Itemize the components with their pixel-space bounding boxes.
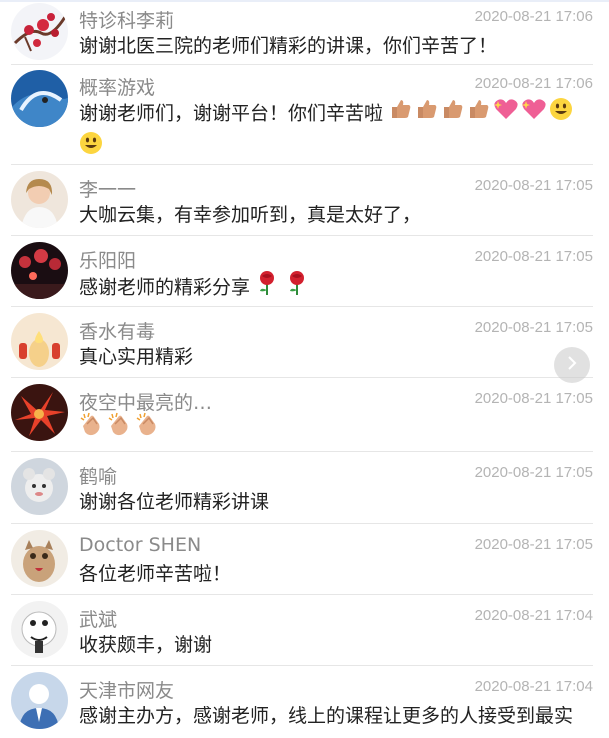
comment-text: 感谢主办方，感谢老师，线上的课程让更多的人接受到最实 [79, 705, 574, 727]
comment-text: 谢谢老师们，谢谢平台！你们辛苦啦 [79, 97, 593, 165]
commenter-name: 乐阳阳 [79, 250, 137, 272]
comment-time: 2020-08-21 17:05 [474, 177, 593, 194]
commenter-name: 天津市网友 [79, 680, 175, 702]
commenter-name: 概率游戏 [79, 77, 156, 99]
next-button[interactable] [554, 347, 590, 383]
comment-text: 谢谢各位老师精彩讲课 [79, 491, 270, 513]
comment-item: 香水有毒 2020-08-21 17:05 真心实用精彩 [11, 307, 593, 378]
clapping-hands-icon [135, 412, 161, 448]
comment-time: 2020-08-21 17:06 [474, 8, 593, 25]
comment-item: 李一一 2020-08-21 17:05 大咖云集，有幸参加听到，真是太好了， [11, 165, 593, 236]
sparkling-heart-icon [493, 97, 519, 131]
rose-icon [286, 270, 308, 306]
avatar[interactable] [11, 242, 68, 299]
comment-text: 各位老师辛苦啦！ [79, 563, 232, 585]
comment-text: 大咖云集，有幸参加听到，真是太好了， [79, 204, 422, 226]
commenter-name: 李一一 [79, 179, 137, 201]
thumbs-up-icon [441, 97, 465, 131]
comment-text [79, 412, 593, 448]
comment-text: 收获颇丰，谢谢 [79, 634, 213, 656]
avatar[interactable] [11, 601, 68, 658]
comment-text-body: 谢谢老师们，谢谢平台！你们辛苦啦 [79, 102, 384, 125]
comment-item: 鹤喻 2020-08-21 17:05 谢谢各位老师精彩讲课 [11, 452, 593, 524]
commenter-name: 鹤喻 [79, 466, 118, 488]
comment-item: 天津市网友 2020-08-21 17:04 感谢主办方，感谢老师，线上的课程让… [11, 666, 593, 738]
avatar[interactable] [11, 458, 68, 515]
comment-item: 夜空中最亮的… 2020-08-21 17:05 [11, 378, 593, 452]
comment-list[interactable]: 特诊科李莉 2020-08-21 17:06 谢谢北医三院的老师们精彩的讲课，你… [0, 0, 609, 738]
comment-text: 感谢老师的精彩分享 [79, 270, 593, 306]
comment-text: 真心实用精彩 [79, 346, 194, 368]
sparkling-heart-icon [521, 97, 547, 131]
clapping-hands-icon [107, 412, 133, 448]
comment-item: 特诊科李莉 2020-08-21 17:06 谢谢北医三院的老师们精彩的讲课，你… [11, 0, 593, 65]
avatar[interactable] [11, 672, 68, 729]
avatar[interactable] [11, 70, 68, 127]
comment-time: 2020-08-21 17:05 [474, 464, 593, 481]
comment-item: Doctor SHEN 2020-08-21 17:05 各位老师辛苦啦！ [11, 524, 593, 595]
comment-time: 2020-08-21 17:05 [474, 390, 593, 407]
commenter-name: Doctor SHEN [79, 534, 202, 556]
comment-time: 2020-08-21 17:05 [474, 319, 593, 336]
avatar[interactable] [11, 384, 68, 441]
avatar[interactable] [11, 530, 68, 587]
comment-time: 2020-08-21 17:04 [474, 678, 593, 695]
commenter-name: 夜空中最亮的… [79, 392, 213, 414]
clapping-hands-icon [79, 412, 105, 448]
comment-item: 概率游戏 2020-08-21 17:06 谢谢老师们，谢谢平台！你们辛苦啦 [11, 65, 593, 165]
avatar[interactable] [11, 3, 68, 60]
comment-item: 乐阳阳 2020-08-21 17:05 感谢老师的精彩分享 [11, 236, 593, 307]
grinning-face-icon [549, 97, 573, 131]
comment-time: 2020-08-21 17:06 [474, 75, 593, 92]
thumbs-up-icon [389, 97, 413, 131]
chevron-right-icon [565, 355, 579, 375]
comment-time: 2020-08-21 17:04 [474, 607, 593, 624]
thumbs-up-icon [415, 97, 439, 131]
comment-text-body: 感谢老师的精彩分享 [79, 276, 251, 299]
commenter-name: 香水有毒 [79, 321, 156, 343]
commenter-name: 特诊科李莉 [79, 10, 175, 32]
comment-text: 谢谢北医三院的老师们精彩的讲课，你们辛苦了！ [79, 35, 498, 57]
avatar[interactable] [11, 171, 68, 228]
commenter-name: 武斌 [79, 609, 118, 631]
rose-icon [256, 270, 278, 306]
comment-time: 2020-08-21 17:05 [474, 536, 593, 553]
avatar[interactable] [11, 313, 68, 370]
thumbs-up-icon [467, 97, 491, 131]
grinning-face-icon [79, 131, 103, 165]
comment-time: 2020-08-21 17:05 [474, 248, 593, 265]
comment-item: 武斌 2020-08-21 17:04 收获颇丰，谢谢 [11, 595, 593, 666]
